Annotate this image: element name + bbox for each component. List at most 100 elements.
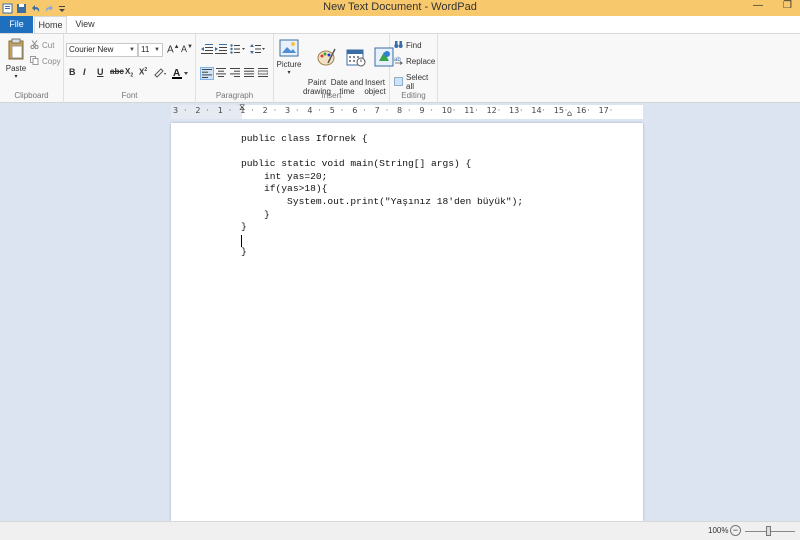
ruler-dot: · — [318, 106, 321, 115]
ruler-dot: · — [296, 106, 299, 115]
italic-icon[interactable]: I — [83, 67, 86, 77]
copy-label: Copy — [42, 57, 61, 66]
font-family-value: Courier New — [69, 45, 114, 54]
ruler[interactable]: ⧖ ⌂ 3 · 2 · 1 · 1 · 2 · 3 · 4 · 5 · 6 · 7 · 8 · 9 · 10 · 11 · 12 · 13 ·… — [171, 103, 643, 119]
find-button[interactable]: Find — [394, 40, 422, 51]
ruler-tick-label: 6 — [352, 106, 358, 115]
clipboard-group-label: Clipboard — [14, 91, 49, 100]
ruler-tick-label: 15 — [553, 106, 564, 115]
zoom-out-icon[interactable]: − — [730, 525, 741, 536]
ruler-tick-label: 1 — [240, 106, 246, 115]
paragraph-group: Paragraph — [196, 34, 274, 103]
ruler-dot: · — [564, 106, 568, 115]
align-center-icon[interactable] — [216, 68, 226, 77]
ruler-tick-label: 13 — [509, 106, 520, 115]
ruler-tick-label: 5 — [329, 106, 335, 115]
increase-indent-icon[interactable] — [215, 44, 227, 54]
cut-button[interactable]: Cut — [30, 40, 54, 51]
replace-button[interactable]: ab Replace — [394, 56, 435, 67]
strikethrough-icon[interactable]: abc — [110, 67, 124, 76]
insert-object-button[interactable]: Insert object — [362, 38, 394, 96]
paste-icon — [6, 38, 26, 64]
paste-button[interactable]: Paste ▾ — [4, 38, 28, 82]
ruler-dot: · — [542, 106, 545, 115]
zoom-level: 100% — [708, 526, 729, 535]
ruler-tick-label: 17 — [598, 106, 609, 115]
underline-icon[interactable]: U — [97, 67, 104, 77]
ruler-tick-label: 7 — [374, 106, 380, 115]
font-color-icon[interactable]: A — [172, 67, 190, 81]
shrink-font-button[interactable]: A▼ — [181, 44, 193, 54]
ruler-dot: · — [497, 106, 501, 115]
ruler-dot: · — [184, 106, 187, 115]
right-indent-marker-icon[interactable]: ⌂ — [567, 109, 572, 118]
tab-home[interactable]: Home — [34, 16, 67, 33]
copy-button[interactable]: Copy — [30, 56, 61, 67]
restore-button[interactable]: ❐ — [783, 0, 792, 11]
document-workspace: public class IfOrnek { public static voi… — [0, 121, 800, 521]
ruler-tick-label: 10 — [441, 106, 452, 115]
line-spacing-icon[interactable] — [250, 44, 266, 54]
highlight-color-icon[interactable] — [153, 67, 169, 81]
title-bar: New Text Document - WordPad — ❐ — [0, 0, 800, 16]
ruler-area: ⧖ ⌂ 3 · 2 · 1 · 1 · 2 · 3 · 4 · 5 · 6 · 7 · 8 · 9 · 10 · 11 · 12 · 13 ·… — [0, 103, 800, 121]
ruler-dot: · — [251, 106, 254, 115]
copy-icon — [30, 56, 39, 67]
ruler-tick-label: 11 — [464, 106, 475, 115]
ruler-tick-label: 14 — [531, 106, 542, 115]
paragraph-group-label: Paragraph — [215, 91, 254, 100]
ruler-dot: · — [340, 106, 344, 115]
ruler-dot: · — [228, 106, 232, 115]
justify-icon[interactable] — [244, 68, 254, 77]
font-size-value: 11 — [141, 45, 150, 54]
ruler-tick-label: 3 — [173, 106, 179, 115]
document-page[interactable]: public class IfOrnek { public static voi… — [171, 123, 643, 521]
ruler-tick-label: 2 — [195, 106, 201, 115]
tab-file[interactable]: File — [0, 16, 33, 33]
select-all-icon — [394, 76, 403, 88]
ruler-dot: · — [363, 106, 366, 115]
window-title: New Text Document - WordPad — [323, 1, 477, 13]
tab-view[interactable]: View — [70, 16, 100, 33]
insert-group: Picture ▾ Paint drawing Date and time In… — [274, 34, 394, 103]
grow-font-button[interactable]: A▲ — [167, 44, 180, 55]
paste-label: Paste — [5, 64, 27, 73]
superscript-icon[interactable]: X2 — [139, 67, 147, 77]
decrease-indent-icon[interactable] — [201, 44, 213, 54]
scissors-icon — [30, 40, 39, 51]
chevron-down-icon: ▼ — [129, 47, 135, 53]
ribbon: Paste ▾ Cut Copy Clipboard Courier New ▼… — [0, 33, 800, 103]
font-family-select[interactable]: Courier New ▼ — [66, 43, 138, 57]
ruler-tick-label: 12 — [486, 106, 497, 115]
grow-font-icon: A▲ — [167, 44, 180, 56]
bold-icon[interactable]: B — [69, 67, 76, 77]
ruler-dot: · — [408, 106, 411, 115]
ruler-tick-label: 8 — [397, 106, 403, 115]
ruler-tick-label: 2 — [262, 106, 268, 115]
zoom-slider-thumb[interactable] — [766, 526, 771, 536]
align-right-icon[interactable] — [230, 68, 240, 77]
ruler-dot: · — [587, 106, 590, 115]
paragraph-settings-icon[interactable] — [258, 68, 268, 77]
select-all-button[interactable]: Select all — [394, 73, 437, 91]
font-size-select[interactable]: 11 ▼ — [138, 43, 163, 57]
minimize-button[interactable]: — — [753, 0, 763, 11]
align-left-icon[interactable] — [200, 67, 214, 80]
editing-group: Find ab Replace Select all Editing — [390, 34, 438, 103]
shrink-font-icon: A▼ — [181, 44, 193, 54]
find-label: Find — [406, 41, 422, 50]
bullet-list-icon[interactable] — [230, 44, 246, 54]
ruler-dot: · — [430, 106, 433, 115]
select-all-label: Select all — [406, 73, 429, 91]
ruler-dot: · — [273, 106, 277, 115]
ruler-tick-label: 3 — [285, 106, 291, 115]
ruler-dot: · — [520, 106, 523, 115]
document-text[interactable]: public class IfOrnek { public static voi… — [241, 133, 523, 259]
picture-icon — [279, 38, 299, 60]
text-caret — [241, 235, 242, 247]
replace-icon: ab — [394, 56, 404, 67]
subscript-icon[interactable]: X2 — [125, 67, 133, 79]
ruler-tick-label: 16 — [576, 106, 587, 115]
replace-label: Replace — [406, 57, 436, 66]
font-group-label: Font — [121, 91, 138, 100]
